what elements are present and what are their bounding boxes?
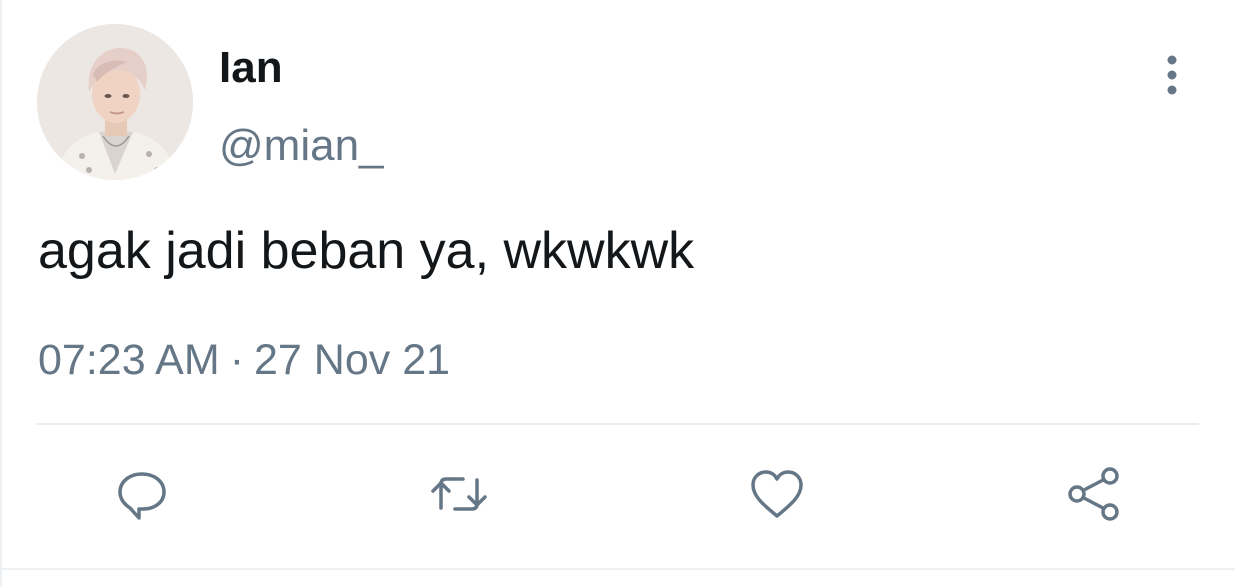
timestamp-separator: · [229,336,245,384]
more-options-button[interactable] [1152,50,1192,100]
retweet-button[interactable] [427,462,491,526]
bottom-divider [0,568,1235,570]
avatar-image [37,24,193,180]
tweet-timestamp[interactable]: 07:23 AM · 27 Nov 21 [38,334,450,386]
more-vertical-icon [1167,55,1177,95]
tweet-text: agak jadi beban ya, wkwkwk [38,222,695,280]
left-border [0,0,2,587]
like-icon [751,470,803,518]
share-button[interactable] [1062,462,1126,526]
like-button[interactable] [745,462,809,526]
reply-button[interactable] [110,462,174,526]
avatar[interactable] [37,24,193,180]
tweet-date: 27 Nov 21 [254,336,451,384]
reply-icon [118,472,166,520]
user-handle[interactable]: @mian_ [219,120,384,172]
retweet-icon [431,477,487,511]
display-name[interactable]: Ian [219,42,283,94]
tweet-time: 07:23 AM [38,336,220,384]
divider [37,423,1199,425]
share-icon [1068,467,1119,521]
tweet-card: Ian @mian_ agak jadi beban ya, wkwkwk 07… [0,0,1235,587]
